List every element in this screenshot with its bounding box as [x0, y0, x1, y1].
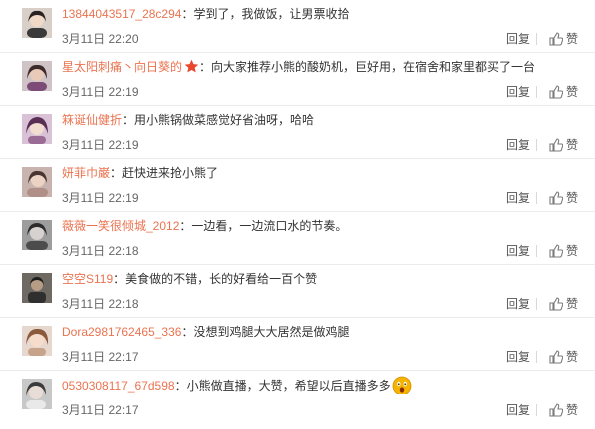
- comment-item: 箖诞仙健折：用小熊锅做菜感觉好省油呀，哈哈 3月11日 22:19 回复 赞: [0, 106, 595, 159]
- comment-item: Dora2981762465_336：没想到鸡腿大大居然是做鸡腿 3月11日 2…: [0, 318, 595, 371]
- colon-separator: ：: [122, 113, 135, 127]
- like-label: 赞: [566, 350, 579, 364]
- comment-text: 赶快进来抢小熊了: [122, 166, 219, 180]
- avatar[interactable]: [22, 167, 52, 197]
- like-label: 赞: [566, 138, 579, 152]
- reply-button[interactable]: 回复: [506, 190, 530, 206]
- avatar[interactable]: [22, 61, 52, 91]
- colon-separator: ：: [110, 166, 123, 180]
- divider: [536, 298, 537, 310]
- comment-text: 美食做的不错，长的好看给一百个赞: [125, 272, 318, 286]
- thumbs-up-icon: [549, 350, 563, 364]
- username-link[interactable]: 0530308117_67d598: [62, 379, 175, 393]
- avatar[interactable]: [22, 273, 52, 303]
- divider: [536, 245, 537, 257]
- like-button[interactable]: 赞: [549, 295, 578, 313]
- comment-time: 3月11日 22:19: [62, 191, 139, 205]
- comment-item: 妍菲巾巌：赶快进来抢小熊了 3月11日 22:19 回复 赞: [0, 159, 595, 212]
- reply-button[interactable]: 回复: [506, 137, 530, 153]
- comment-text: 没想到鸡腿大大居然是做鸡腿: [193, 325, 350, 339]
- comment-text: 学到了，我做饭，让男票收拾: [193, 7, 350, 21]
- comment-item: 0530308117_67d598：小熊做直播，大赞，希望以后直播多多 3月11…: [0, 371, 595, 424]
- comment-item: 星太阳刺痛丶向日葵的 ：向大家推荐小熊的酸奶机，巨好用，在宿舍和家里都买了一台 3…: [0, 53, 595, 106]
- comment-text: 用小熊锅做菜感觉好省油呀，哈哈: [134, 113, 315, 127]
- comment-time: 3月11日 22:19: [62, 138, 139, 152]
- surprised-face-icon: [392, 376, 412, 394]
- like-button[interactable]: 赞: [549, 83, 578, 101]
- comment-time: 3月11日 22:18: [62, 244, 139, 258]
- comment-time: 3月11日 22:17: [62, 350, 139, 364]
- comment-time: 3月11日 22:18: [62, 297, 139, 311]
- colon-separator: ：: [174, 379, 187, 393]
- username-link[interactable]: 空空S119: [62, 272, 113, 286]
- avatar-icon: [22, 220, 52, 250]
- comment-time: 3月11日 22:20: [62, 32, 139, 46]
- divider: [536, 351, 537, 363]
- reply-button[interactable]: 回复: [506, 402, 530, 418]
- avatar-icon: [22, 167, 52, 197]
- reply-button[interactable]: 回复: [506, 349, 530, 365]
- comment-text: 一边看，一边流口水的节奏。: [191, 219, 348, 233]
- thumbs-up-icon: [549, 85, 563, 99]
- comment-text: 小熊做直播，大赞，希望以后直播多多: [186, 379, 391, 393]
- colon-separator: ：: [113, 272, 126, 286]
- comment-item: 薇薇一笑很倾城_2012：一边看，一边流口水的节奏。 3月11日 22:18 回…: [0, 212, 595, 265]
- reply-button[interactable]: 回复: [506, 84, 530, 100]
- like-label: 赞: [566, 32, 579, 46]
- avatar-icon: [22, 61, 52, 91]
- avatar[interactable]: [22, 220, 52, 250]
- divider: [536, 86, 537, 98]
- like-label: 赞: [566, 191, 579, 205]
- comment-item: 空空S119：美食做的不错，长的好看给一百个赞 3月11日 22:18 回复 赞: [0, 265, 595, 318]
- star-icon: [184, 59, 199, 73]
- like-button[interactable]: 赞: [549, 189, 578, 207]
- colon-separator: ：: [181, 325, 194, 339]
- avatar[interactable]: [22, 114, 52, 144]
- thumbs-up-icon: [549, 32, 563, 46]
- avatar[interactable]: [22, 326, 52, 356]
- thumbs-up-icon: [549, 403, 563, 417]
- username-link[interactable]: 薇薇一笑很倾城_2012: [62, 219, 179, 233]
- like-label: 赞: [566, 297, 579, 311]
- divider: [536, 192, 537, 204]
- avatar[interactable]: [22, 8, 52, 38]
- divider: [536, 139, 537, 151]
- colon-separator: ：: [179, 219, 192, 233]
- comment-text: 向大家推荐小熊的酸奶机，巨好用，在宿舍和家里都买了一台: [211, 60, 536, 74]
- thumbs-up-icon: [549, 138, 563, 152]
- like-button[interactable]: 赞: [549, 401, 578, 419]
- like-button[interactable]: 赞: [549, 136, 578, 154]
- username-link[interactable]: 箖诞仙健折: [62, 113, 122, 127]
- comment-time: 3月11日 22:19: [62, 85, 139, 99]
- thumbs-up-icon: [549, 191, 563, 205]
- divider: [536, 33, 537, 45]
- divider: [536, 404, 537, 416]
- like-label: 赞: [566, 403, 579, 417]
- avatar[interactable]: [22, 379, 52, 409]
- reply-button[interactable]: 回复: [506, 243, 530, 259]
- username-link[interactable]: 星太阳刺痛丶向日葵的: [62, 60, 182, 74]
- avatar-icon: [22, 8, 52, 38]
- colon-separator: ：: [181, 7, 194, 21]
- comment-time: 3月11日 22:17: [62, 403, 139, 417]
- username-link[interactable]: 妍菲巾巌: [62, 166, 110, 180]
- avatar-icon: [22, 273, 52, 303]
- avatar-icon: [22, 114, 52, 144]
- colon-separator: ：: [199, 60, 212, 74]
- comment-list: 13844043517_28c294：学到了，我做饭，让男票收拾 3月11日 2…: [0, 0, 595, 429]
- avatar-icon: [22, 326, 52, 356]
- reply-button[interactable]: 回复: [506, 31, 530, 47]
- comment-item: 13844043517_28c294：学到了，我做饭，让男票收拾 3月11日 2…: [0, 0, 595, 53]
- like-button[interactable]: 赞: [549, 242, 578, 260]
- username-link[interactable]: 13844043517_28c294: [62, 7, 181, 21]
- thumbs-up-icon: [549, 244, 563, 258]
- like-label: 赞: [566, 244, 579, 258]
- reply-button[interactable]: 回复: [506, 296, 530, 312]
- avatar-icon: [22, 379, 52, 409]
- like-label: 赞: [566, 85, 579, 99]
- thumbs-up-icon: [549, 297, 563, 311]
- like-button[interactable]: 赞: [549, 348, 578, 366]
- like-button[interactable]: 赞: [549, 30, 578, 48]
- username-link[interactable]: Dora2981762465_336: [62, 325, 181, 339]
